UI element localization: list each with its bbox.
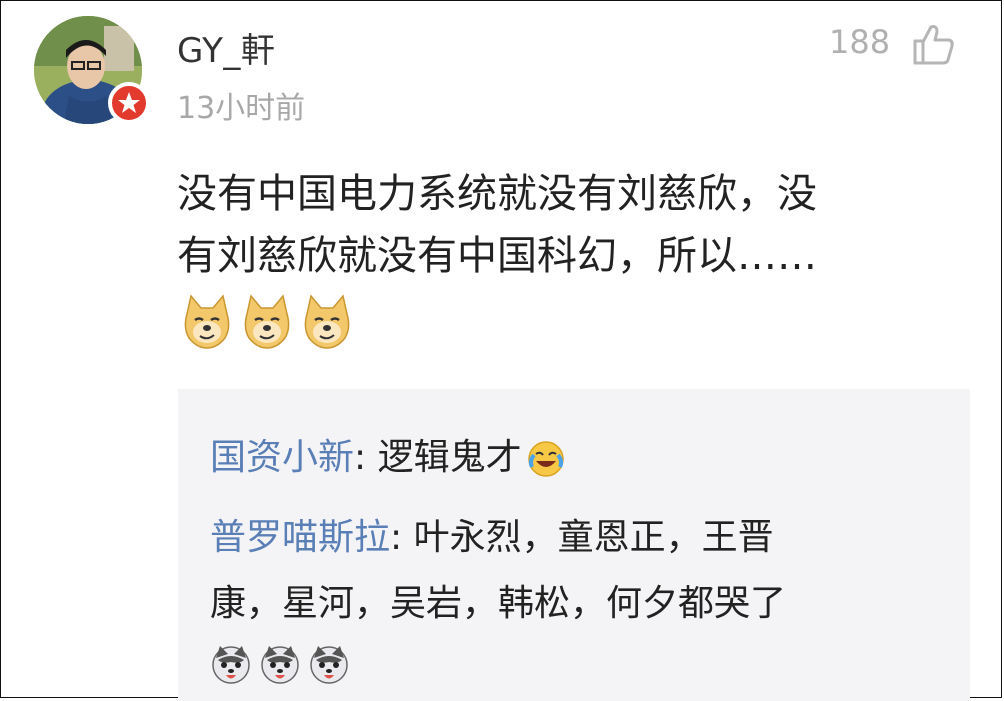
username[interactable]: GY_軒 [177, 23, 275, 72]
replies-box: 国资小新: 逻辑鬼才 普罗喵斯拉: 叶永烈，童恩正，王晋 康，星河，吴岩，韩松，… [178, 389, 970, 701]
comment-text: 没有中国电力系统就没有刘慈欣，没 有刘慈欣就没有中国科幻，所以…… [177, 163, 967, 287]
thumbs-up-icon[interactable] [909, 21, 957, 69]
reply-text: 叶永烈，童恩正，王晋 [413, 517, 774, 558]
emoji-row [181, 294, 356, 354]
doge-emoji [304, 294, 350, 349]
doge-emoji [244, 294, 290, 349]
reply-separator: : [354, 437, 378, 478]
husky-emoji [310, 646, 348, 684]
reply-author[interactable]: 国资小新 [210, 437, 354, 478]
doge-emoji [184, 294, 230, 349]
verified-badge [108, 82, 150, 124]
reply-text: 康，星河，吴岩，韩松，何夕都哭了 [210, 583, 787, 624]
comment-line: 有刘慈欣就没有中国科幻，所以…… [177, 233, 817, 279]
reply-author[interactable]: 普罗喵斯拉 [210, 517, 390, 558]
emoji-row [210, 644, 352, 690]
laugh-cry-emoji [527, 441, 564, 477]
timestamp: 13小时前 [177, 91, 306, 126]
comment-line: 没有中国电力系统就没有刘慈欣，没 [177, 171, 817, 217]
like-count[interactable]: 188 [829, 23, 890, 61]
comment-card: GY_軒 13小时前 188 没有中国电力系统就没有刘慈欣，没 有刘慈欣就没有中… [0, 0, 1002, 701]
star-icon [118, 92, 140, 113]
reply-item[interactable]: 普罗喵斯拉: 叶永烈，童恩正，王晋 康，星河，吴岩，韩松，何夕都哭了 [210, 505, 950, 637]
reply-item[interactable]: 国资小新: 逻辑鬼才 [210, 425, 950, 491]
reply-separator: : [390, 517, 414, 558]
husky-emoji [212, 646, 250, 684]
husky-emoji [261, 646, 299, 684]
reply-text: 逻辑鬼才 [377, 437, 522, 478]
